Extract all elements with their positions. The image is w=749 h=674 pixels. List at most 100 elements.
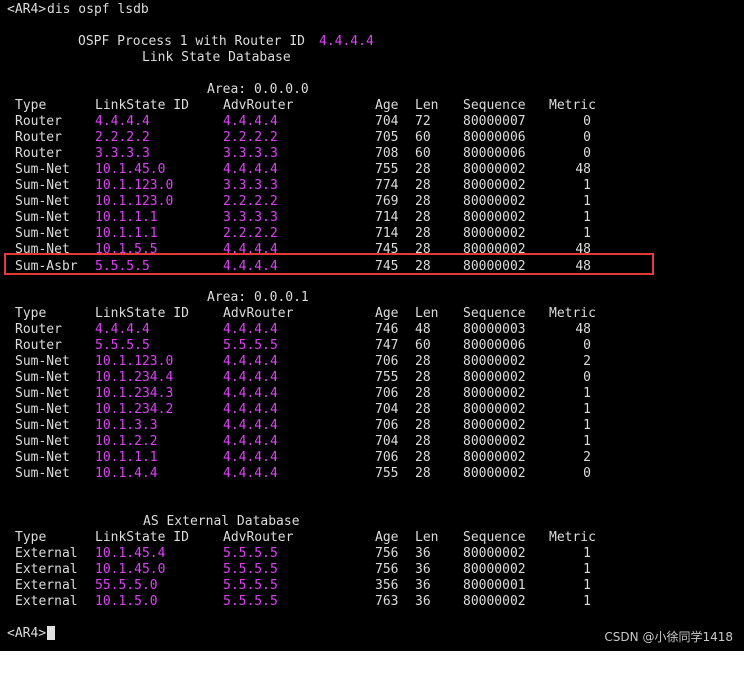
cell-linkstate-id: 10.1.1.1	[95, 450, 158, 466]
cell-len: 28	[415, 370, 431, 386]
cell-metric: 0	[583, 146, 591, 162]
cell-sequence: 80000002	[463, 210, 526, 226]
cell-age: 763	[375, 594, 398, 610]
cell-type: Router	[15, 338, 62, 354]
cell-metric: 1	[583, 546, 591, 562]
table-row: Sum-Net10.1.1.12.2.2.271428800000021	[0, 226, 744, 242]
table-row: Router2.2.2.22.2.2.270560800000060	[0, 130, 744, 146]
cell-linkstate-id: 10.1.234.4	[95, 370, 173, 386]
cell-age: 704	[375, 434, 398, 450]
cell-age: 706	[375, 450, 398, 466]
cell-advrouter: 2.2.2.2	[223, 130, 278, 146]
cell-metric: 0	[583, 130, 591, 146]
cell-sequence: 80000002	[463, 418, 526, 434]
cell-linkstate-id: 10.1.234.3	[95, 386, 173, 402]
cell-len: 36	[415, 562, 431, 578]
cell-age: 714	[375, 210, 398, 226]
cell-type: Sum-Net	[15, 178, 70, 194]
cell-linkstate-id: 10.1.2.2	[95, 434, 158, 450]
cell-type: Sum-Net	[15, 434, 70, 450]
cell-metric: 1	[583, 562, 591, 578]
cell-sequence: 80000006	[463, 146, 526, 162]
cell-advrouter: 3.3.3.3	[223, 210, 278, 226]
cell-linkstate-id: 5.5.5.5	[95, 259, 150, 275]
cell-len: 28	[415, 178, 431, 194]
cell-age: 746	[375, 322, 398, 338]
cell-linkstate-id: 10.1.45.0	[95, 562, 165, 578]
cell-age: 774	[375, 178, 398, 194]
col-len-header: Len	[415, 98, 438, 114]
column-header-row: TypeLinkState IDAdvRouterAgeLenSequenceM…	[0, 530, 744, 546]
table-row: Sum-Net10.1.1.14.4.4.470628800000022	[0, 450, 744, 466]
cell-len: 72	[415, 114, 431, 130]
area-title-text: Area: 0.0.0.0	[207, 82, 309, 98]
cell-len: 60	[415, 130, 431, 146]
cell-sequence: 80000002	[463, 226, 526, 242]
cell-sequence: 80000002	[463, 594, 526, 610]
column-header-row: TypeLinkState IDAdvRouterAgeLenSequenceM…	[0, 98, 744, 114]
cell-type: Sum-Net	[15, 194, 70, 210]
cell-linkstate-id: 10.1.1.1	[95, 226, 158, 242]
cell-age: 747	[375, 338, 398, 354]
col-lsid-header: LinkState ID	[95, 306, 189, 322]
cell-sequence: 80000002	[463, 434, 526, 450]
cell-age: 704	[375, 114, 398, 130]
cell-type: Router	[15, 322, 62, 338]
table-row: Sum-Net10.1.1.13.3.3.371428800000021	[0, 210, 744, 226]
cell-len: 28	[415, 194, 431, 210]
cell-sequence: 80000002	[463, 546, 526, 562]
col-sequence-header: Sequence	[463, 306, 526, 322]
cell-metric: 0	[583, 370, 591, 386]
cell-type: Router	[15, 130, 62, 146]
cell-advrouter: 4.4.4.4	[223, 322, 278, 338]
cell-sequence: 80000001	[463, 578, 526, 594]
cell-type: Sum-Net	[15, 210, 70, 226]
cell-len: 60	[415, 338, 431, 354]
area-title-text: Area: 0.0.0.1	[207, 290, 309, 306]
cell-metric: 1	[583, 210, 591, 226]
command-text: dis ospf lsdb	[47, 2, 149, 18]
cell-metric: 48	[575, 259, 591, 275]
cell-metric: 1	[583, 418, 591, 434]
cell-linkstate-id: 55.5.5.0	[95, 578, 158, 594]
cell-len: 28	[415, 242, 431, 258]
cell-len: 28	[415, 226, 431, 242]
table-row: Sum-Net10.1.123.04.4.4.470628800000022	[0, 354, 744, 370]
table-row: Router4.4.4.44.4.4.470472800000070	[0, 114, 744, 130]
col-metric-header: Metric	[549, 98, 596, 114]
col-type-header: Type	[15, 530, 46, 546]
cell-advrouter: 5.5.5.5	[223, 546, 278, 562]
cell-age: 769	[375, 194, 398, 210]
table-row: Sum-Net10.1.45.04.4.4.4755288000000248	[0, 162, 744, 178]
table-row: Router3.3.3.33.3.3.370860800000060	[0, 146, 744, 162]
cell-linkstate-id: 10.1.1.1	[95, 210, 158, 226]
cell-advrouter: 5.5.5.5	[223, 578, 278, 594]
cell-age: 714	[375, 226, 398, 242]
cell-age: 755	[375, 370, 398, 386]
cell-advrouter: 5.5.5.5	[223, 594, 278, 610]
cell-age: 704	[375, 402, 398, 418]
cell-metric: 0	[583, 466, 591, 482]
cell-age: 745	[375, 242, 398, 258]
cell-len: 60	[415, 146, 431, 162]
cell-linkstate-id: 10.1.45.4	[95, 546, 165, 562]
terminal-window[interactable]: <AR4> dis ospf lsdb OSPF Process 1 with …	[0, 0, 744, 651]
cell-advrouter: 2.2.2.2	[223, 194, 278, 210]
cell-age: 708	[375, 146, 398, 162]
cell-type: Sum-Net	[15, 402, 70, 418]
col-advrouter-header: AdvRouter	[223, 306, 293, 322]
cell-sequence: 80000002	[463, 450, 526, 466]
cell-metric: 1	[583, 386, 591, 402]
cell-sequence: 80000006	[463, 338, 526, 354]
cell-len: 28	[415, 386, 431, 402]
final-prompt: <AR4>	[7, 626, 46, 642]
cell-len: 28	[415, 259, 431, 275]
cell-advrouter: 4.4.4.4	[223, 434, 278, 450]
cell-len: 28	[415, 402, 431, 418]
cell-linkstate-id: 10.1.45.0	[95, 162, 165, 178]
cell-advrouter: 5.5.5.5	[223, 338, 278, 354]
cell-sequence: 80000006	[463, 130, 526, 146]
cell-metric: 2	[583, 450, 591, 466]
table-row: External10.1.5.05.5.5.576336800000021	[0, 594, 744, 610]
table-row: Sum-Net10.1.123.03.3.3.377428800000021	[0, 178, 744, 194]
